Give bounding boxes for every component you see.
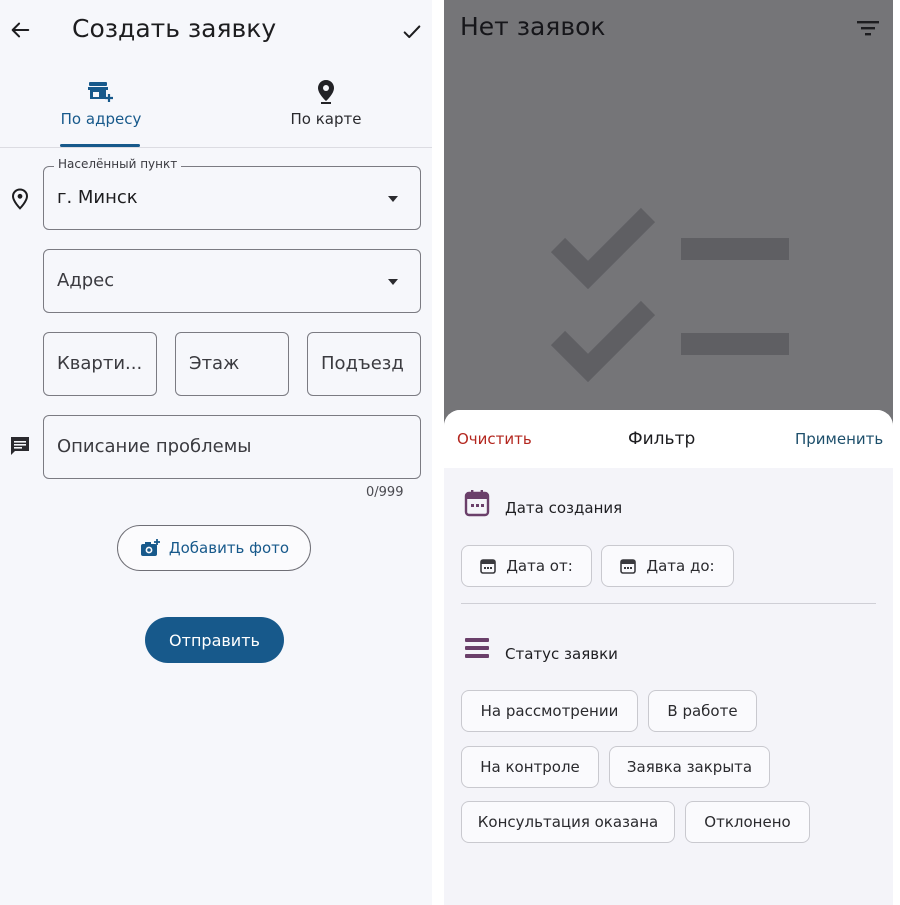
filter-icon[interactable]: [854, 16, 882, 40]
apartment-placeholder: Кварти...: [57, 353, 143, 374]
clear-filter-button[interactable]: Очистить: [457, 430, 532, 448]
confirm-check-icon[interactable]: [398, 18, 426, 46]
calendar-small-icon: [620, 558, 637, 574]
date-to-chip[interactable]: Дата до:: [601, 545, 734, 587]
tab-by-address[interactable]: По адресу: [21, 78, 181, 146]
store-plus-icon: [21, 78, 181, 106]
description-field[interactable]: Описание проблемы: [43, 415, 421, 479]
tab-by-map-label: По карте: [290, 110, 362, 128]
status-chip-consultation-given[interactable]: Консультация оказана: [461, 801, 675, 843]
section-divider: [461, 603, 876, 604]
status-chip-closed[interactable]: Заявка закрыта: [609, 746, 770, 788]
entrance-placeholder: Подъезд: [321, 353, 404, 374]
date-from-chip[interactable]: Дата от:: [461, 545, 592, 587]
floor-field[interactable]: Этаж: [175, 332, 289, 396]
calendar-icon: [464, 489, 492, 517]
locality-select[interactable]: Населённый пункт г. Минск: [43, 157, 421, 230]
apply-filter-button[interactable]: Применить: [795, 430, 883, 448]
filter-sheet-title: Фильтр: [628, 429, 696, 449]
description-placeholder: Описание проблемы: [57, 436, 252, 457]
date-to-label: Дата до:: [646, 557, 715, 575]
add-photo-button[interactable]: Добавить фото: [117, 525, 311, 571]
tabs-divider: [0, 147, 432, 148]
empty-state-title: Нет заявок: [460, 12, 606, 41]
location-pin-icon: [8, 186, 32, 212]
date-section-title: Дата создания: [505, 499, 623, 517]
status-chip-on-control[interactable]: На контроле: [461, 746, 599, 788]
tab-by-address-label: По адресу: [60, 110, 142, 128]
calendar-small-icon: [480, 558, 497, 574]
tab-by-map[interactable]: По карте: [246, 78, 406, 146]
status-list-icon: [464, 635, 492, 663]
screen-divider: [432, 0, 444, 905]
locality-value: г. Минск: [57, 187, 138, 208]
apartment-field[interactable]: Кварти...: [43, 332, 157, 396]
status-chip-under-review[interactable]: На рассмотрении: [461, 690, 638, 732]
screen-edge: [893, 0, 900, 905]
camera-plus-icon: [139, 538, 161, 558]
back-arrow-icon[interactable]: [6, 16, 34, 44]
address-placeholder: Адрес: [57, 270, 115, 291]
entrance-field[interactable]: Подъезд: [307, 332, 421, 396]
chevron-down-icon: [388, 279, 398, 285]
checklist-illustration-icon: [548, 200, 793, 385]
date-from-label: Дата от:: [506, 557, 573, 575]
chevron-down-icon: [388, 196, 398, 202]
status-section-title: Статус заявки: [505, 645, 618, 663]
address-select[interactable]: Адрес: [43, 249, 421, 313]
submit-label: Отправить: [169, 630, 260, 650]
description-counter: 0/999: [366, 485, 404, 500]
locality-label: Населённый пункт: [54, 157, 182, 171]
comment-icon: [8, 434, 32, 458]
submit-button[interactable]: Отправить: [145, 617, 284, 663]
map-pin-icon: [246, 78, 406, 106]
floor-placeholder: Этаж: [189, 353, 240, 374]
add-photo-label: Добавить фото: [168, 539, 290, 557]
page-title: Создать заявку: [72, 14, 277, 43]
status-chip-in-progress[interactable]: В работе: [648, 690, 757, 732]
status-chip-rejected[interactable]: Отклонено: [685, 801, 810, 843]
